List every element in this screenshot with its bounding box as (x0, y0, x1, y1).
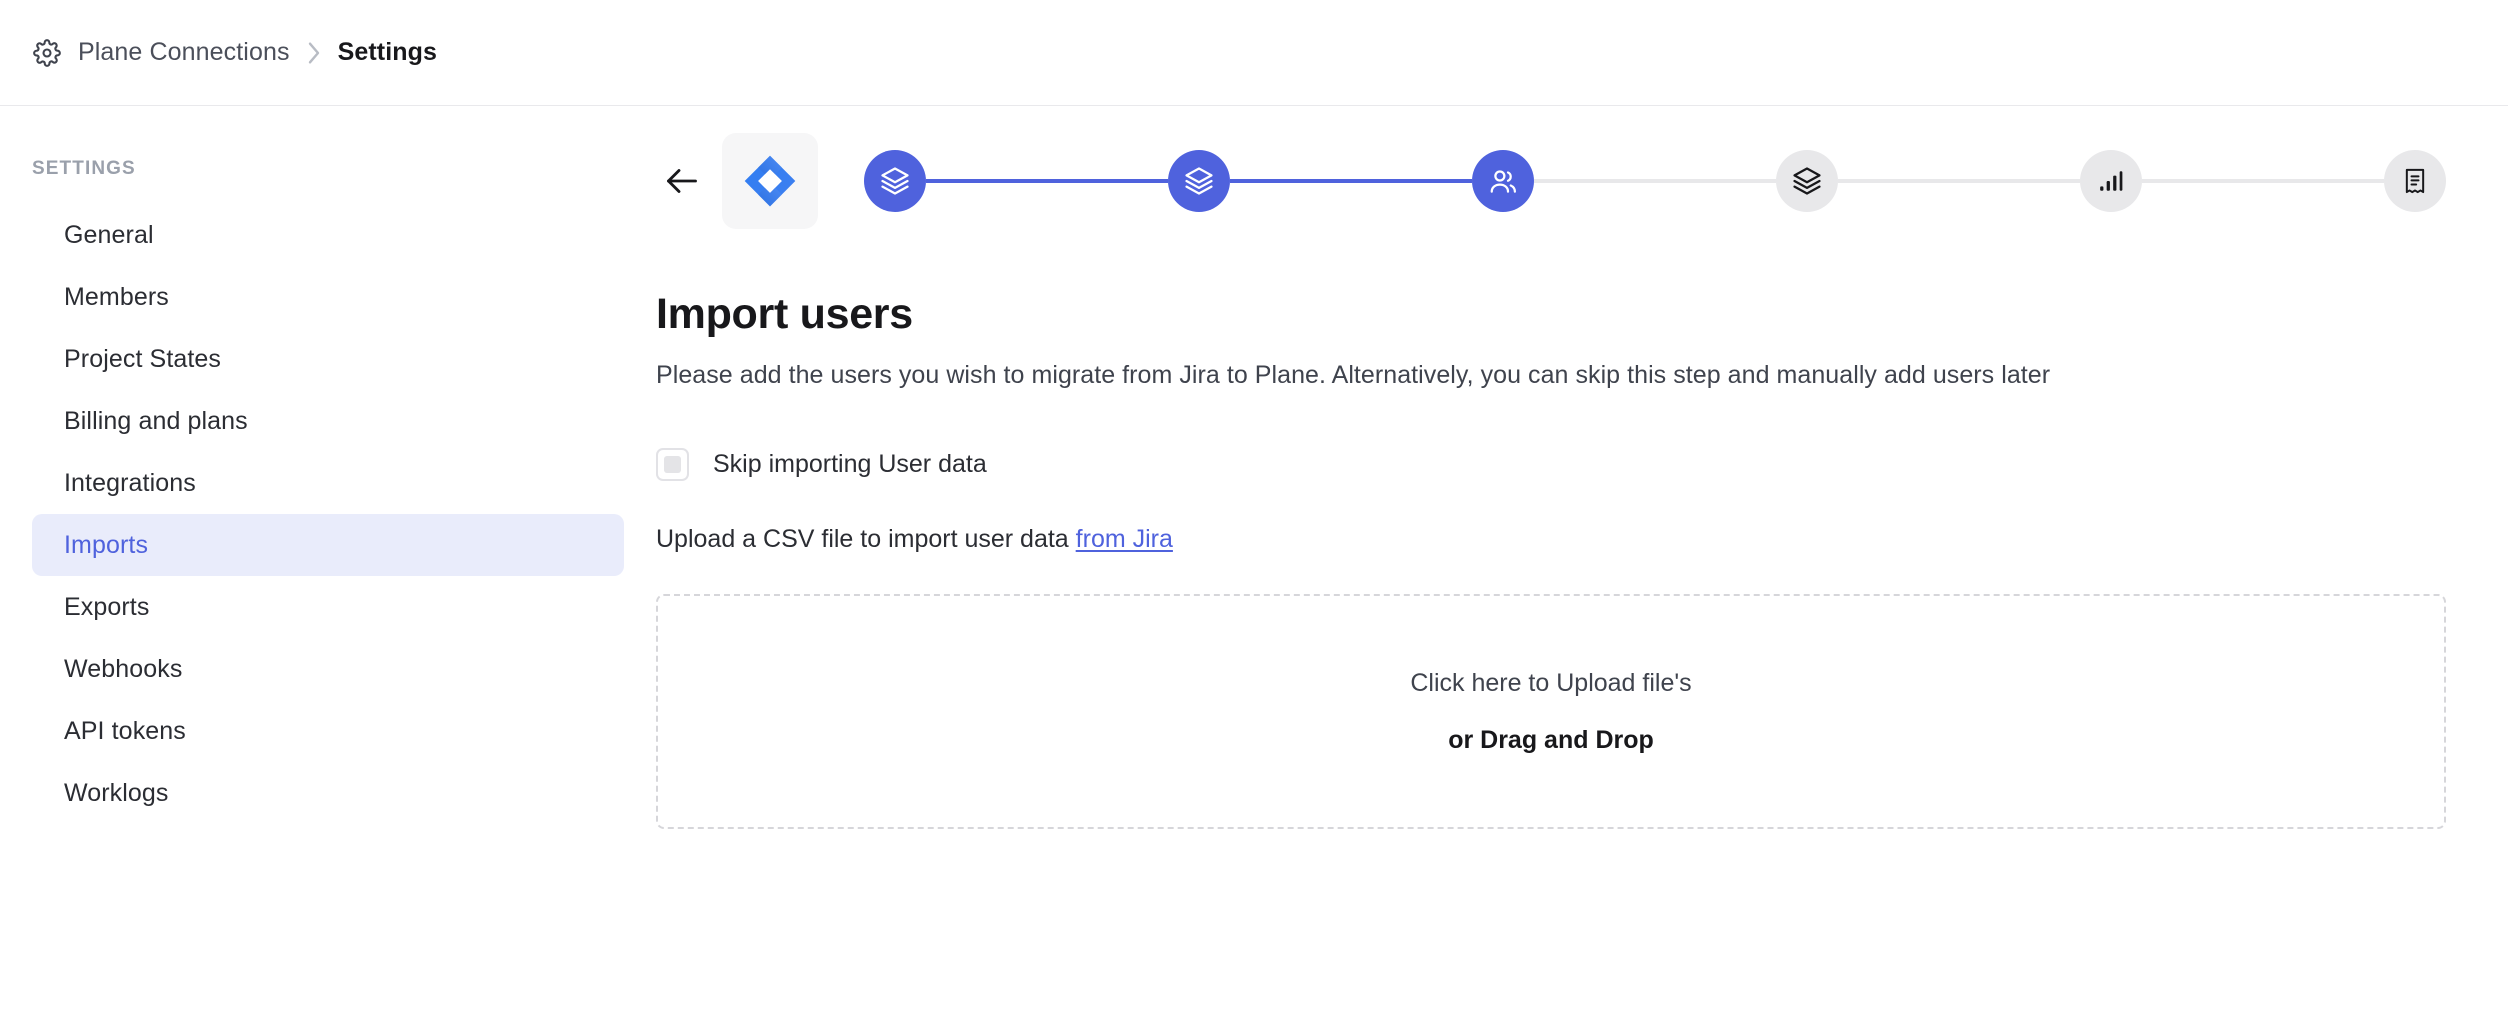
breadcrumb-current: Settings (338, 38, 437, 67)
back-button[interactable] (656, 155, 708, 207)
main-content: Import users Please add the users you wi… (656, 106, 2508, 1028)
sidebar-item-project-states[interactable]: Project States (32, 328, 624, 390)
sidebar-nav: General Members Project States Billing a… (0, 204, 656, 824)
layers-stack-icon (1792, 166, 1822, 196)
stepper-step-2[interactable] (1168, 150, 1230, 212)
breadcrumb-root[interactable]: Plane Connections (78, 38, 290, 67)
breadcrumb: Plane Connections Settings (32, 38, 437, 68)
layers-stack-icon (1184, 166, 1214, 196)
sidebar-item-exports[interactable]: Exports (32, 576, 624, 638)
users-icon (1488, 166, 1518, 196)
stepper-step-4[interactable] (1776, 150, 1838, 212)
import-stepper (656, 106, 2446, 256)
sidebar-item-label: General (64, 221, 154, 250)
stepper-connector-2 (1230, 179, 1472, 183)
skip-import-row[interactable]: Skip importing User data (656, 448, 2446, 481)
jira-logo-icon (743, 154, 797, 208)
stepper-step-5[interactable] (2080, 150, 2142, 212)
bar-chart-icon (2098, 168, 2124, 194)
sidebar-item-api-tokens[interactable]: API tokens (32, 700, 624, 762)
sidebar-item-label: API tokens (64, 717, 186, 746)
from-jira-link[interactable]: from Jira (1076, 525, 1173, 553)
skip-import-checkbox[interactable] (656, 448, 689, 481)
stepper-connector-4 (1838, 179, 2080, 183)
sidebar-item-members[interactable]: Members (32, 266, 624, 328)
sidebar-item-imports[interactable]: Imports (32, 514, 624, 576)
sidebar-item-label: Billing and plans (64, 407, 248, 436)
sidebar-section-title: SETTINGS (0, 158, 656, 180)
layers-stack-icon (880, 166, 910, 196)
sidebar-item-label: Webhooks (64, 655, 182, 684)
stepper-step-1[interactable] (864, 150, 926, 212)
jira-logo-tile (722, 133, 818, 229)
dropzone-secondary-text: or Drag and Drop (1448, 726, 1654, 755)
sidebar-item-label: Project States (64, 345, 221, 374)
settings-imports-page: Plane Connections Settings SETTINGS Gene… (0, 0, 2508, 1028)
top-bar: Plane Connections Settings (0, 0, 2508, 106)
page-title: Import users (656, 290, 2446, 339)
dropzone-primary-text: Click here to Upload file's (1410, 669, 1691, 698)
file-dropzone[interactable]: Click here to Upload file's or Drag and … (656, 594, 2446, 829)
stepper-connector-1 (926, 179, 1168, 183)
arrow-left-icon (664, 166, 700, 196)
skip-import-label: Skip importing User data (713, 450, 987, 479)
gear-icon (32, 38, 62, 68)
checkbox-indicator-icon (664, 456, 681, 473)
settings-sidebar: SETTINGS General Members Project States … (0, 106, 656, 1028)
stepper-connector-3 (1534, 179, 1776, 183)
sidebar-item-label: Worklogs (64, 779, 169, 808)
sidebar-item-label: Exports (64, 593, 149, 622)
sidebar-item-label: Imports (64, 531, 148, 560)
receipt-document-icon (2401, 167, 2429, 195)
sidebar-item-label: Integrations (64, 469, 196, 498)
upload-instruction-text: Upload a CSV file to import user data (656, 525, 1069, 553)
upload-instruction: Upload a CSV file to import user data fr… (656, 525, 2446, 554)
breadcrumb-separator-icon (306, 41, 322, 65)
page-body: SETTINGS General Members Project States … (0, 106, 2508, 1028)
sidebar-item-billing-and-plans[interactable]: Billing and plans (32, 390, 624, 452)
stepper-connector-5 (2142, 179, 2384, 183)
sidebar-item-label: Members (64, 283, 169, 312)
sidebar-item-general[interactable]: General (32, 204, 624, 266)
stepper-track (864, 150, 2446, 212)
stepper-step-3-users[interactable] (1472, 150, 1534, 212)
sidebar-item-webhooks[interactable]: Webhooks (32, 638, 624, 700)
sidebar-item-worklogs[interactable]: Worklogs (32, 762, 624, 824)
stepper-step-6[interactable] (2384, 150, 2446, 212)
page-description: Please add the users you wish to migrate… (656, 361, 2446, 390)
sidebar-item-integrations[interactable]: Integrations (32, 452, 624, 514)
